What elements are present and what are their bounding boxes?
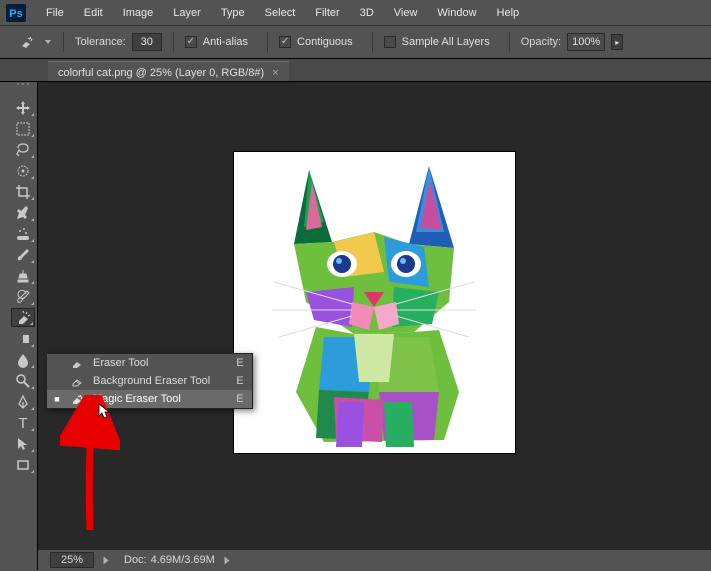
tolerance-label: Tolerance: — [75, 36, 126, 48]
tool-preset-arrow-icon[interactable] — [44, 38, 52, 46]
brush-tool[interactable] — [11, 245, 35, 264]
magic-eraser-icon[interactable] — [16, 31, 38, 53]
eraser-tool[interactable] — [11, 308, 35, 327]
flyout-item-magic-eraser[interactable]: ■ Magic Eraser Tool E — [47, 390, 252, 408]
opacity-dropdown-arrow-icon[interactable]: ▸ — [611, 34, 623, 50]
antialias-checkbox[interactable] — [185, 36, 197, 48]
healing-brush-tool[interactable] — [11, 224, 35, 243]
toolbar-grip-icon[interactable] — [8, 82, 37, 88]
history-brush-tool[interactable] — [11, 287, 35, 306]
sample-all-label: Sample All Layers — [402, 36, 490, 48]
menu-help[interactable]: Help — [487, 3, 530, 23]
sample-all-checkbox[interactable] — [384, 36, 396, 48]
flyout-shortcut: E — [236, 375, 243, 387]
doc-info-arrow-icon[interactable] — [224, 556, 229, 564]
eraser-icon — [69, 357, 85, 369]
pen-tool[interactable] — [11, 392, 35, 411]
contiguous-label: Contiguous — [297, 36, 353, 48]
app-logo: Ps — [6, 4, 26, 22]
opacity-input[interactable]: 100% — [567, 33, 605, 51]
toolbar: T — [8, 82, 38, 570]
quick-selection-tool[interactable] — [11, 161, 35, 180]
doc-size-label: Doc: — [124, 554, 147, 566]
dodge-tool[interactable] — [11, 371, 35, 390]
options-bar: Tolerance: Anti-alias Contiguous Sample … — [0, 26, 711, 59]
canvas[interactable] — [234, 152, 515, 453]
zoom-input[interactable]: 25% — [50, 552, 94, 568]
flyout-marker-selected: ■ — [53, 394, 61, 404]
eraser-flyout-menu: Eraser Tool E Background Eraser Tool E ■… — [46, 353, 253, 409]
menu-type[interactable]: Type — [211, 3, 255, 23]
eyedropper-tool[interactable] — [11, 203, 35, 222]
menu-select[interactable]: Select — [255, 3, 306, 23]
separator — [372, 32, 373, 52]
separator — [509, 32, 510, 52]
blur-tool[interactable] — [11, 350, 35, 369]
document-tab-title: colorful cat.png @ 25% (Layer 0, RGB/8#) — [58, 67, 264, 79]
tab-close-icon[interactable]: × — [272, 67, 278, 79]
menu-file[interactable]: File — [36, 3, 74, 23]
canvas-area[interactable]: 25% Doc: 4.69M/3.69M — [38, 82, 711, 570]
flyout-label: Magic Eraser Tool — [93, 393, 228, 405]
flyout-item-eraser[interactable]: Eraser Tool E — [47, 354, 252, 372]
antialias-label: Anti-alias — [203, 36, 248, 48]
background-eraser-icon — [69, 375, 85, 387]
flyout-item-background-eraser[interactable]: Background Eraser Tool E — [47, 372, 252, 390]
marquee-tool[interactable] — [11, 119, 35, 138]
gradient-tool[interactable] — [11, 329, 35, 348]
tolerance-input[interactable] — [132, 33, 162, 51]
separator — [63, 32, 64, 52]
document-tab[interactable]: colorful cat.png @ 25% (Layer 0, RGB/8#)… — [48, 61, 289, 81]
cat-artwork — [234, 152, 515, 453]
opacity-label: Opacity: — [521, 36, 561, 48]
mouse-cursor-icon — [98, 403, 112, 419]
menu-window[interactable]: Window — [427, 3, 486, 23]
flyout-shortcut: E — [236, 393, 243, 405]
menu-edit[interactable]: Edit — [74, 3, 113, 23]
rectangle-tool[interactable] — [11, 455, 35, 474]
path-selection-tool[interactable] — [11, 434, 35, 453]
separator — [173, 32, 174, 52]
clone-stamp-tool[interactable] — [11, 266, 35, 285]
lasso-tool[interactable] — [11, 140, 35, 159]
doc-size-value: 4.69M/3.69M — [151, 554, 215, 566]
workspace: T — [0, 82, 711, 570]
svg-text:Ps: Ps — [9, 8, 22, 20]
zoom-arrow-icon[interactable] — [104, 556, 109, 564]
menu-image[interactable]: Image — [113, 3, 164, 23]
flyout-label: Eraser Tool — [93, 357, 228, 369]
status-bar: 25% Doc: 4.69M/3.69M — [38, 549, 711, 570]
flyout-label: Background Eraser Tool — [93, 375, 228, 387]
menu-bar: Ps File Edit Image Layer Type Select Fil… — [0, 0, 711, 26]
flyout-shortcut: E — [236, 357, 243, 369]
document-tab-bar: colorful cat.png @ 25% (Layer 0, RGB/8#)… — [0, 59, 711, 82]
menu-filter[interactable]: Filter — [305, 3, 349, 23]
menu-3d[interactable]: 3D — [350, 3, 384, 23]
svg-text:T: T — [18, 415, 27, 431]
type-tool[interactable]: T — [11, 413, 35, 432]
separator — [267, 32, 268, 52]
crop-tool[interactable] — [11, 182, 35, 201]
menu-layer[interactable]: Layer — [163, 3, 211, 23]
magic-eraser-icon — [69, 393, 85, 405]
toolbar-gutter — [0, 82, 8, 570]
contiguous-checkbox[interactable] — [279, 36, 291, 48]
move-tool[interactable] — [11, 98, 35, 117]
menu-view[interactable]: View — [384, 3, 428, 23]
